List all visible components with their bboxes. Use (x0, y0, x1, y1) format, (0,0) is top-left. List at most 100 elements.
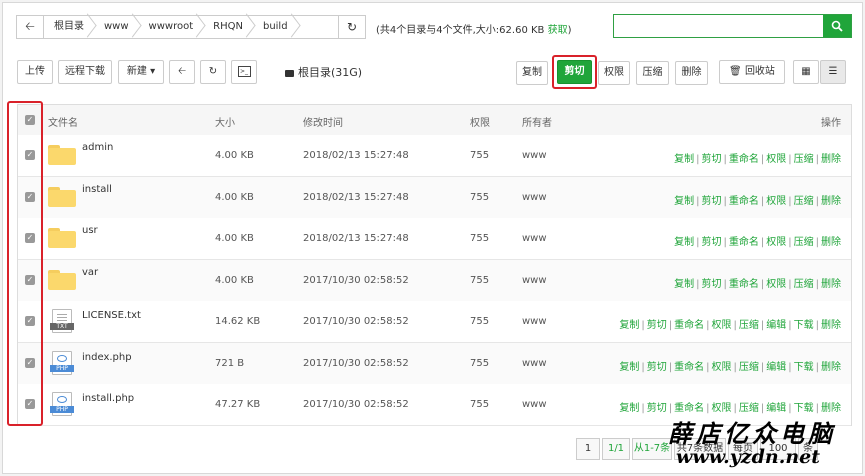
op-link[interactable]: 重命名 (729, 237, 759, 248)
file-name[interactable]: index.php (82, 352, 132, 363)
get-size-link[interactable]: 获取 (548, 25, 568, 36)
op-link[interactable]: 压缩 (794, 154, 814, 165)
upload-button[interactable]: 上传 (17, 60, 53, 84)
op-link[interactable]: 压缩 (794, 279, 814, 290)
op-link[interactable]: 重命名 (729, 196, 759, 207)
refresh-icon: ↻ (208, 66, 218, 77)
row-actions: 复制 | 剪切 | 重命名 | 权限 | 压缩 | 编辑 | 下载 | 删除 (619, 403, 841, 414)
op-link[interactable]: 复制 (619, 320, 639, 331)
op-link[interactable]: 删除 (821, 403, 841, 414)
compress-button[interactable]: 压缩 (636, 61, 669, 85)
crumb-www[interactable]: www (94, 16, 139, 38)
op-link[interactable]: 复制 (674, 237, 694, 248)
op-link[interactable]: 复制 (619, 403, 639, 414)
grid-view-button[interactable]: ▦ (793, 60, 819, 84)
search-input[interactable] (613, 14, 852, 38)
file-name[interactable]: admin (82, 142, 113, 153)
op-link[interactable]: 权限 (712, 320, 732, 331)
recycle-bin-button[interactable]: 🗑 回收站 (719, 60, 785, 84)
op-link[interactable]: 编辑 (766, 403, 786, 414)
pager-page[interactable]: 1 (576, 438, 600, 460)
op-link[interactable]: 复制 (619, 362, 639, 373)
op-link[interactable]: 删除 (821, 196, 841, 207)
table-row[interactable]: ✓ TXT LICENSE.txt 14.62 KB 2017/10/30 02… (18, 301, 851, 343)
op-link[interactable]: 剪切 (647, 403, 667, 414)
op-link[interactable]: 权限 (766, 279, 786, 290)
crumb-wwwroot[interactable]: wwwroot (139, 16, 204, 38)
col-name[interactable]: 文件名 (48, 114, 78, 129)
op-link[interactable]: 剪切 (647, 362, 667, 373)
op-link[interactable]: 重命名 (674, 403, 704, 414)
op-link[interactable]: 重命名 (674, 320, 704, 331)
op-link[interactable]: 下载 (794, 403, 814, 414)
op-link[interactable]: 复制 (674, 196, 694, 207)
op-link[interactable]: 下载 (794, 362, 814, 373)
op-link[interactable]: 重命名 (729, 154, 759, 165)
op-link[interactable]: 剪切 (647, 320, 667, 331)
op-link[interactable]: 权限 (766, 154, 786, 165)
file-size: 4.00 KB (215, 233, 254, 244)
op-link[interactable]: 复制 (674, 154, 694, 165)
file-name[interactable]: var (82, 267, 98, 278)
op-link[interactable]: 权限 (766, 196, 786, 207)
op-link[interactable]: 重命名 (674, 362, 704, 373)
col-mtime[interactable]: 修改时间 (303, 114, 343, 129)
refresh-icon[interactable]: ↻ (338, 16, 365, 38)
back-arrow-icon[interactable]: 🡠 (17, 16, 44, 38)
op-link[interactable]: 权限 (766, 237, 786, 248)
op-link[interactable]: 压缩 (739, 362, 759, 373)
op-link[interactable]: 压缩 (794, 196, 814, 207)
op-link[interactable]: 压缩 (739, 403, 759, 414)
recycle-label: 回收站 (744, 66, 775, 77)
disk-root[interactable]: 根目录(31G) (285, 64, 362, 80)
table-row[interactable]: ✓ var 4.00 KB 2017/10/30 02:58:52 755 ww… (18, 259, 851, 302)
summary-text: (共4个目录与4个文件,大小:62.60 KB (376, 25, 548, 36)
op-link[interactable]: 删除 (821, 237, 841, 248)
search-icon[interactable] (823, 15, 851, 37)
file-name[interactable]: install (82, 184, 112, 195)
remote-download-button[interactable]: 远程下载 (58, 60, 112, 84)
crumb-rhqn[interactable]: RHQN (203, 16, 253, 38)
new-label: 新建 (126, 66, 147, 77)
refresh-button[interactable]: ↻ (200, 60, 226, 84)
op-link[interactable]: 删除 (821, 154, 841, 165)
col-owner[interactable]: 所有者 (522, 114, 552, 129)
file-owner: www (522, 191, 547, 203)
back-button[interactable]: 🡠 (169, 60, 195, 84)
op-link[interactable]: 权限 (712, 362, 732, 373)
table-row[interactable]: ✓ admin 4.00 KB 2018/02/13 15:27:48 755 … (18, 135, 851, 177)
permission-button[interactable]: 权限 (598, 61, 630, 85)
table-row[interactable]: ✓ install 4.00 KB 2018/02/13 15:27:48 75… (18, 176, 851, 219)
op-link[interactable]: 复制 (674, 279, 694, 290)
new-dropdown-button[interactable]: 新建 ▾ (118, 60, 164, 84)
delete-button[interactable]: 删除 (675, 61, 708, 85)
copy-button[interactable]: 复制 (516, 61, 548, 85)
table-row[interactable]: ✓ PHP index.php 721 B 2017/10/30 02:58:5… (18, 342, 851, 385)
op-link[interactable]: 剪切 (702, 279, 722, 290)
op-link[interactable]: 重命名 (729, 279, 759, 290)
op-link[interactable]: 删除 (821, 320, 841, 331)
op-link[interactable]: 编辑 (766, 362, 786, 373)
op-link[interactable]: 删除 (821, 279, 841, 290)
col-perm[interactable]: 权限 (470, 114, 490, 129)
list-view-button[interactable]: ☰ (820, 60, 846, 84)
cut-button[interactable]: 剪切 (557, 60, 592, 84)
op-link[interactable]: 剪切 (702, 154, 722, 165)
file-size: 721 B (215, 357, 245, 369)
col-size[interactable]: 大小 (215, 114, 235, 129)
op-link[interactable]: 压缩 (739, 320, 759, 331)
op-link[interactable]: 剪切 (702, 196, 722, 207)
op-link[interactable]: 权限 (712, 403, 732, 414)
crumb-build[interactable]: build (253, 16, 298, 38)
op-link[interactable]: 编辑 (766, 320, 786, 331)
terminal-button[interactable]: >_ (231, 60, 257, 84)
op-link[interactable]: 压缩 (794, 237, 814, 248)
file-name[interactable]: LICENSE.txt (82, 310, 141, 321)
file-name[interactable]: install.php (82, 393, 134, 404)
crumb-root[interactable]: 根目录 (44, 16, 94, 38)
op-link[interactable]: 删除 (821, 362, 841, 373)
op-link[interactable]: 剪切 (702, 237, 722, 248)
op-link[interactable]: 下载 (794, 320, 814, 331)
file-name[interactable]: usr (82, 225, 98, 236)
table-row[interactable]: ✓ usr 4.00 KB 2018/02/13 15:27:48 755 ww… (18, 218, 851, 260)
